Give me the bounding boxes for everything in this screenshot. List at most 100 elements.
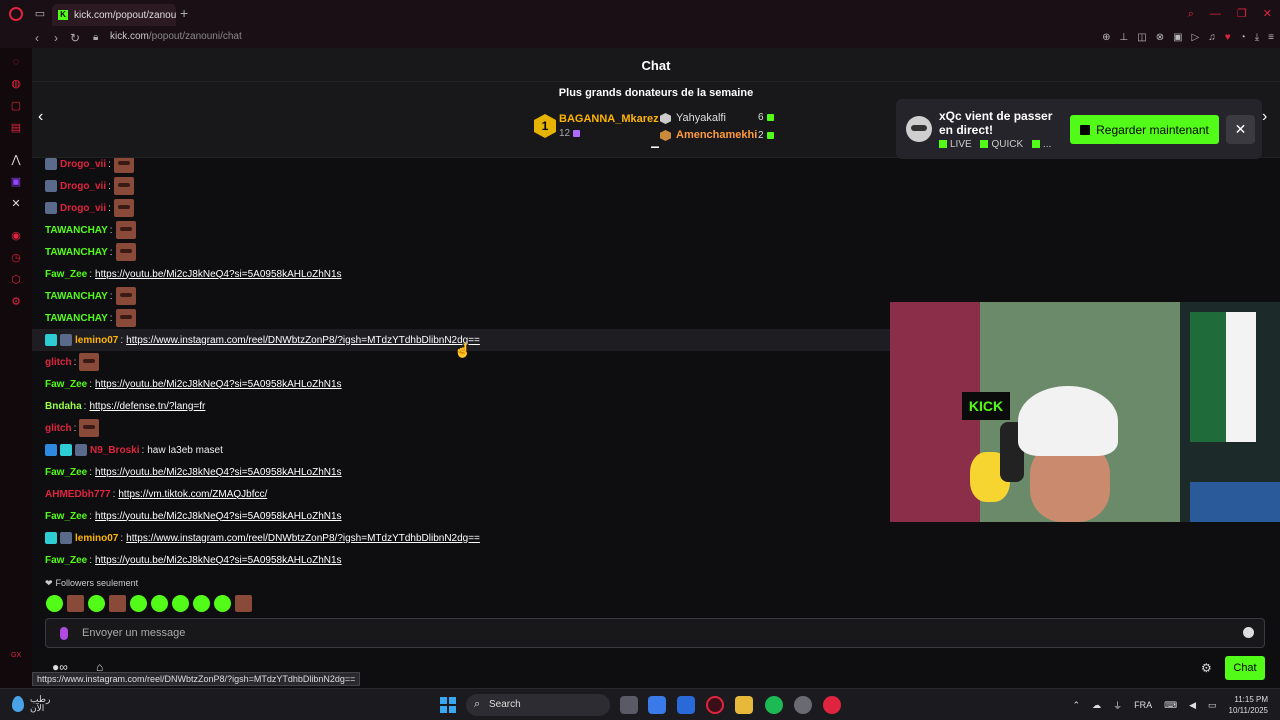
aria-icon[interactable]: ◌ (10, 56, 22, 68)
chat-username[interactable]: Drogo_vii (60, 203, 106, 214)
windows-start-icon[interactable] (440, 697, 456, 713)
chat-username[interactable]: TAWANCHAY (45, 247, 108, 258)
chat-username[interactable]: AHMEDbh777 (45, 489, 111, 500)
chat-username[interactable]: TAWANCHAY (45, 313, 108, 324)
heart-icon[interactable]: ♥ (1225, 31, 1231, 45)
watch-now-button[interactable]: Regarder maintenant (1070, 115, 1219, 144)
emote-smile-icon[interactable] (214, 595, 231, 612)
message-link[interactable]: https://youtu.be/Mi2cJ8kNeQ4?si=5A0958kA… (95, 269, 342, 280)
menu-icon[interactable]: ≡ (1268, 31, 1274, 45)
bag-icon[interactable]: ◍ (10, 78, 22, 90)
steam-icon[interactable] (794, 696, 812, 714)
stream-video[interactable]: KICK (890, 302, 1280, 522)
kick-sidebar-icon[interactable]: ⋀ (10, 154, 22, 166)
tab-manager-icon[interactable]: ▭ (33, 7, 47, 21)
emote-red-icon[interactable] (109, 595, 126, 612)
download-icon[interactable]: ⤓ (1255, 31, 1259, 45)
chat-settings-icon[interactable]: ⚙ (1201, 661, 1212, 675)
emote-icon[interactable] (113, 199, 134, 217)
emoji-icon[interactable] (1243, 627, 1254, 638)
prev-arrow-icon[interactable]: ‹ (38, 108, 43, 126)
history-icon[interactable]: ◷ (10, 252, 22, 264)
taskbar-search[interactable]: ⌕ Search (466, 694, 610, 716)
messenger-icon[interactable]: ▢ (10, 100, 22, 112)
opera-logo-icon[interactable] (9, 7, 23, 21)
chat-username[interactable]: lemino07 (75, 533, 118, 544)
emote-icon[interactable] (113, 177, 134, 195)
emote-icon[interactable] (115, 243, 136, 261)
emote-blob-icon[interactable] (151, 595, 168, 612)
chat-username[interactable]: Drogo_vii (60, 181, 106, 192)
top-donor-name[interactable]: BAGANNA_Mkarez (559, 113, 659, 125)
message-link[interactable]: https://www.instagram.com/reel/DNWbtzZon… (126, 335, 480, 346)
player-icon[interactable]: ◉ (10, 230, 22, 242)
forward-arrow-icon[interactable]: › (54, 31, 58, 45)
message-link[interactable]: https://www.instagram.com/reel/DNWbtzZon… (126, 533, 480, 544)
donor-2-name[interactable]: Yahyakalfi (676, 112, 726, 124)
clock[interactable]: 11:15 PM 10/11/2025 (1229, 694, 1268, 716)
play-icon[interactable]: ▷ (1192, 31, 1200, 45)
chat-username[interactable]: glitch (45, 357, 72, 368)
weather-widget[interactable]: رطب الآن (12, 695, 50, 713)
store-app-icon[interactable] (677, 696, 695, 714)
maximize-button[interactable]: ❐ (1237, 7, 1247, 21)
settings-icon[interactable]: ⚙ (10, 296, 22, 308)
chat-username[interactable]: Faw_Zee (45, 379, 87, 390)
emote-face-icon[interactable] (67, 595, 84, 612)
search-tabs-icon[interactable]: ⌕ (1188, 7, 1194, 21)
donor-3-name[interactable]: Amenchamekhi (676, 129, 757, 141)
chat-username[interactable]: Faw_Zee (45, 467, 87, 478)
emote-skull-icon[interactable] (130, 595, 147, 612)
browser-tab[interactable]: K kick.com/popout/zanouni (52, 4, 176, 26)
emote-green-icon[interactable] (88, 595, 105, 612)
chat-username[interactable]: Drogo_vii (60, 159, 106, 170)
chat-username[interactable]: Faw_Zee (45, 269, 87, 280)
url-field[interactable]: kick.com/popout/zanouni/chat (110, 31, 242, 42)
x-twitter-icon[interactable]: ✕ (10, 198, 22, 210)
mic-tray-icon[interactable]: ⏚ (1113, 699, 1122, 712)
volume-icon[interactable]: ◀ (1189, 700, 1196, 711)
close-window-button[interactable]: ✕ (1263, 7, 1272, 21)
file-explorer-icon[interactable] (735, 696, 753, 714)
reload-icon[interactable]: ↻ (70, 31, 80, 45)
emote-burger-icon[interactable] (235, 595, 252, 612)
extensions-icon[interactable]: ⬡ (10, 274, 22, 286)
chat-username[interactable]: TAWANCHAY (45, 225, 108, 236)
shield-icon[interactable]: ⊗ (1156, 31, 1164, 45)
emote-icon[interactable] (79, 353, 100, 371)
mic-icon[interactable] (60, 627, 68, 640)
battery-icon[interactable]: ▭ (1208, 700, 1217, 711)
emote-icon[interactable] (113, 158, 134, 173)
network-icon[interactable]: ⌨ (1164, 700, 1177, 711)
send-chat-button[interactable]: Chat (1225, 656, 1265, 680)
task-view-icon[interactable] (620, 696, 638, 714)
message-link[interactable]: https://defense.tn/?lang=fr (89, 401, 205, 412)
chat-username[interactable]: Faw_Zee (45, 555, 87, 566)
snapshot-icon[interactable]: ◫ (1137, 31, 1146, 45)
next-arrow-icon[interactable]: › (1262, 108, 1267, 126)
tray-chevron-icon[interactable]: ⌃ (1073, 700, 1081, 711)
chat-username[interactable]: glitch (45, 423, 72, 434)
news-icon[interactable]: ▤ (10, 122, 22, 134)
chat-username[interactable]: lemino07 (75, 335, 118, 346)
emote-icon[interactable] (115, 221, 136, 239)
cube-icon[interactable]: ▣ (1173, 31, 1182, 45)
twitch-icon[interactable]: ▣ (10, 176, 22, 188)
emote-kick-icon[interactable] (46, 595, 63, 612)
chat-username[interactable]: TAWANCHAY (45, 291, 108, 302)
minimize-button[interactable]: — (1210, 7, 1221, 21)
chat-username[interactable]: Faw_Zee (45, 511, 87, 522)
emote-icon[interactable] (79, 419, 100, 437)
spotify-icon[interactable] (765, 696, 783, 714)
emote-happy-icon[interactable] (193, 595, 210, 612)
zoom-icon[interactable]: ⊕ (1102, 31, 1110, 45)
message-link[interactable]: https://youtu.be/Mi2cJ8kNeQ4?si=5A0958kA… (95, 555, 342, 566)
profile-icon[interactable]: ◔ (1240, 31, 1246, 45)
chat-message-input[interactable]: Envoyer un message (45, 618, 1265, 648)
message-link[interactable]: https://youtu.be/Mi2cJ8kNeQ4?si=5A0958kA… (95, 379, 342, 390)
opera-gx-app-icon[interactable] (706, 696, 724, 714)
emote-frog-icon[interactable] (172, 595, 189, 612)
message-link[interactable]: https://youtu.be/Mi2cJ8kNeQ4?si=5A0958kA… (95, 467, 342, 478)
chat-username[interactable]: N9_Broski (90, 445, 139, 456)
chat-username[interactable]: Bndaha (45, 401, 82, 412)
